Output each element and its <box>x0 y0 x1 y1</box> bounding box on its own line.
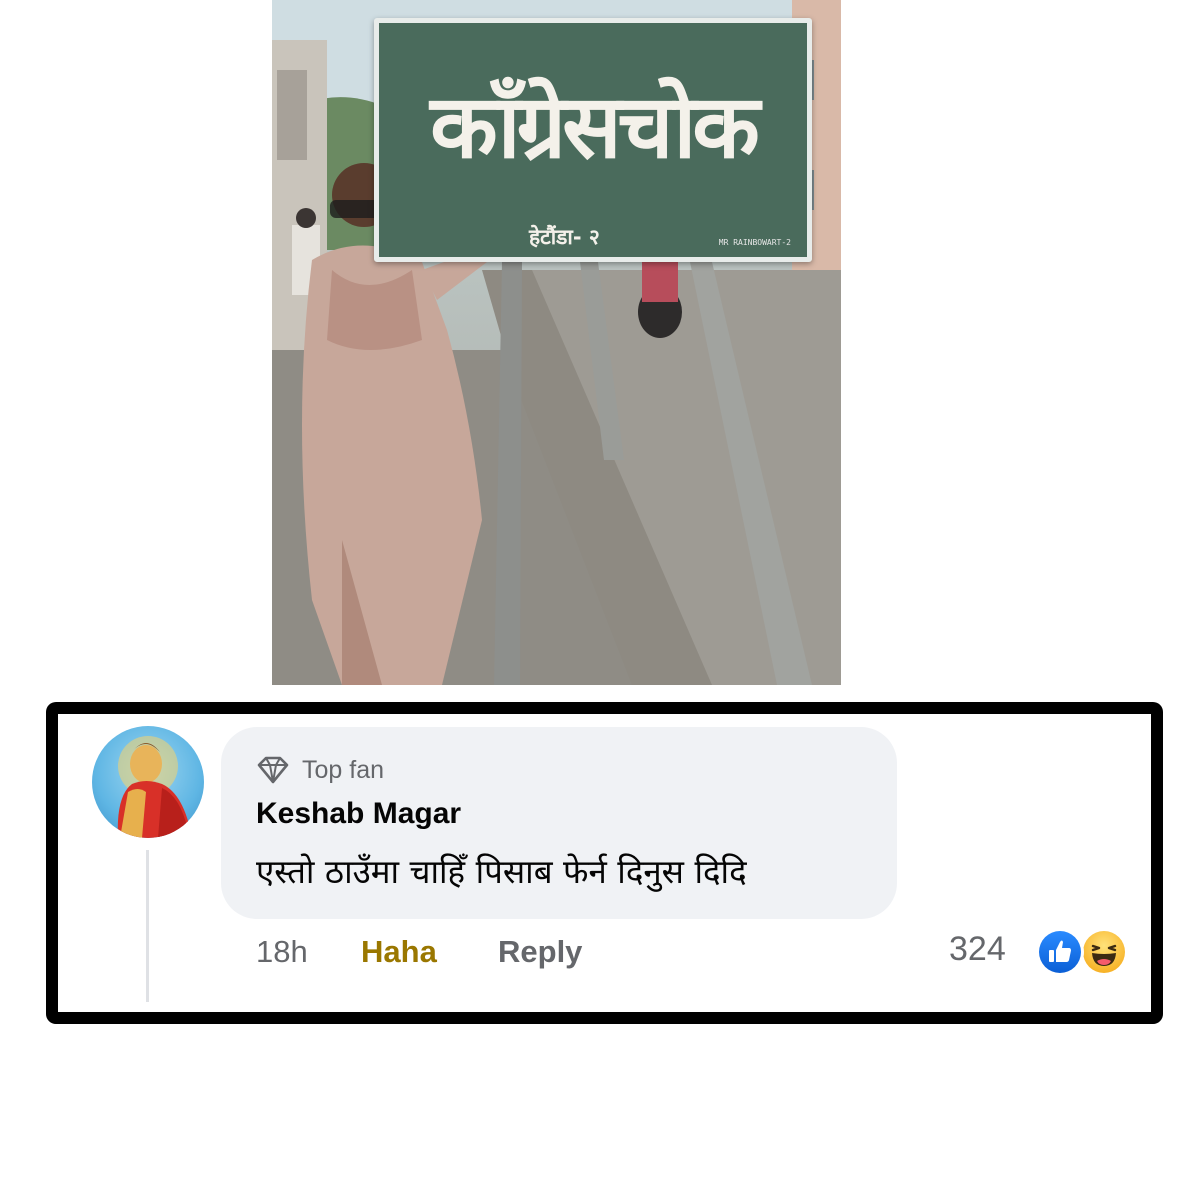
diamond-icon <box>257 756 289 784</box>
haha-reaction-button[interactable]: Haha <box>361 934 437 970</box>
sign-title: काँग्रेसचोक <box>430 75 760 178</box>
comment-timestamp[interactable]: 18h <box>256 934 308 970</box>
street-sign: काँग्रेसचोक हेटौंडा- २ MR RAINBOWART-2 <box>374 18 812 262</box>
top-fan-badge: Top fan <box>256 752 384 788</box>
reply-thread-line <box>146 850 149 1002</box>
comment-text: एस्तो ठाउँमा चाहिँ पिसाब फेर्न दिनुस दिद… <box>256 852 747 891</box>
reaction-count[interactable]: 324 <box>949 930 1006 969</box>
avatar[interactable] <box>92 726 204 838</box>
sign-subtitle: हेटौंडा- २ <box>529 225 600 249</box>
comment-author[interactable]: Keshab Magar <box>256 797 461 831</box>
haha-reaction-icon <box>1080 928 1128 976</box>
like-reaction-icon <box>1036 928 1084 976</box>
reply-button[interactable]: Reply <box>498 934 582 970</box>
post-photo[interactable]: काँग्रेसचोक हेटौंडा- २ MR RAINBOWART-2 <box>272 0 841 685</box>
sign-artist-tag: MR RAINBOWART-2 <box>718 238 791 247</box>
badge-label: Top fan <box>302 755 385 784</box>
buddha-avatar-image <box>117 736 192 838</box>
